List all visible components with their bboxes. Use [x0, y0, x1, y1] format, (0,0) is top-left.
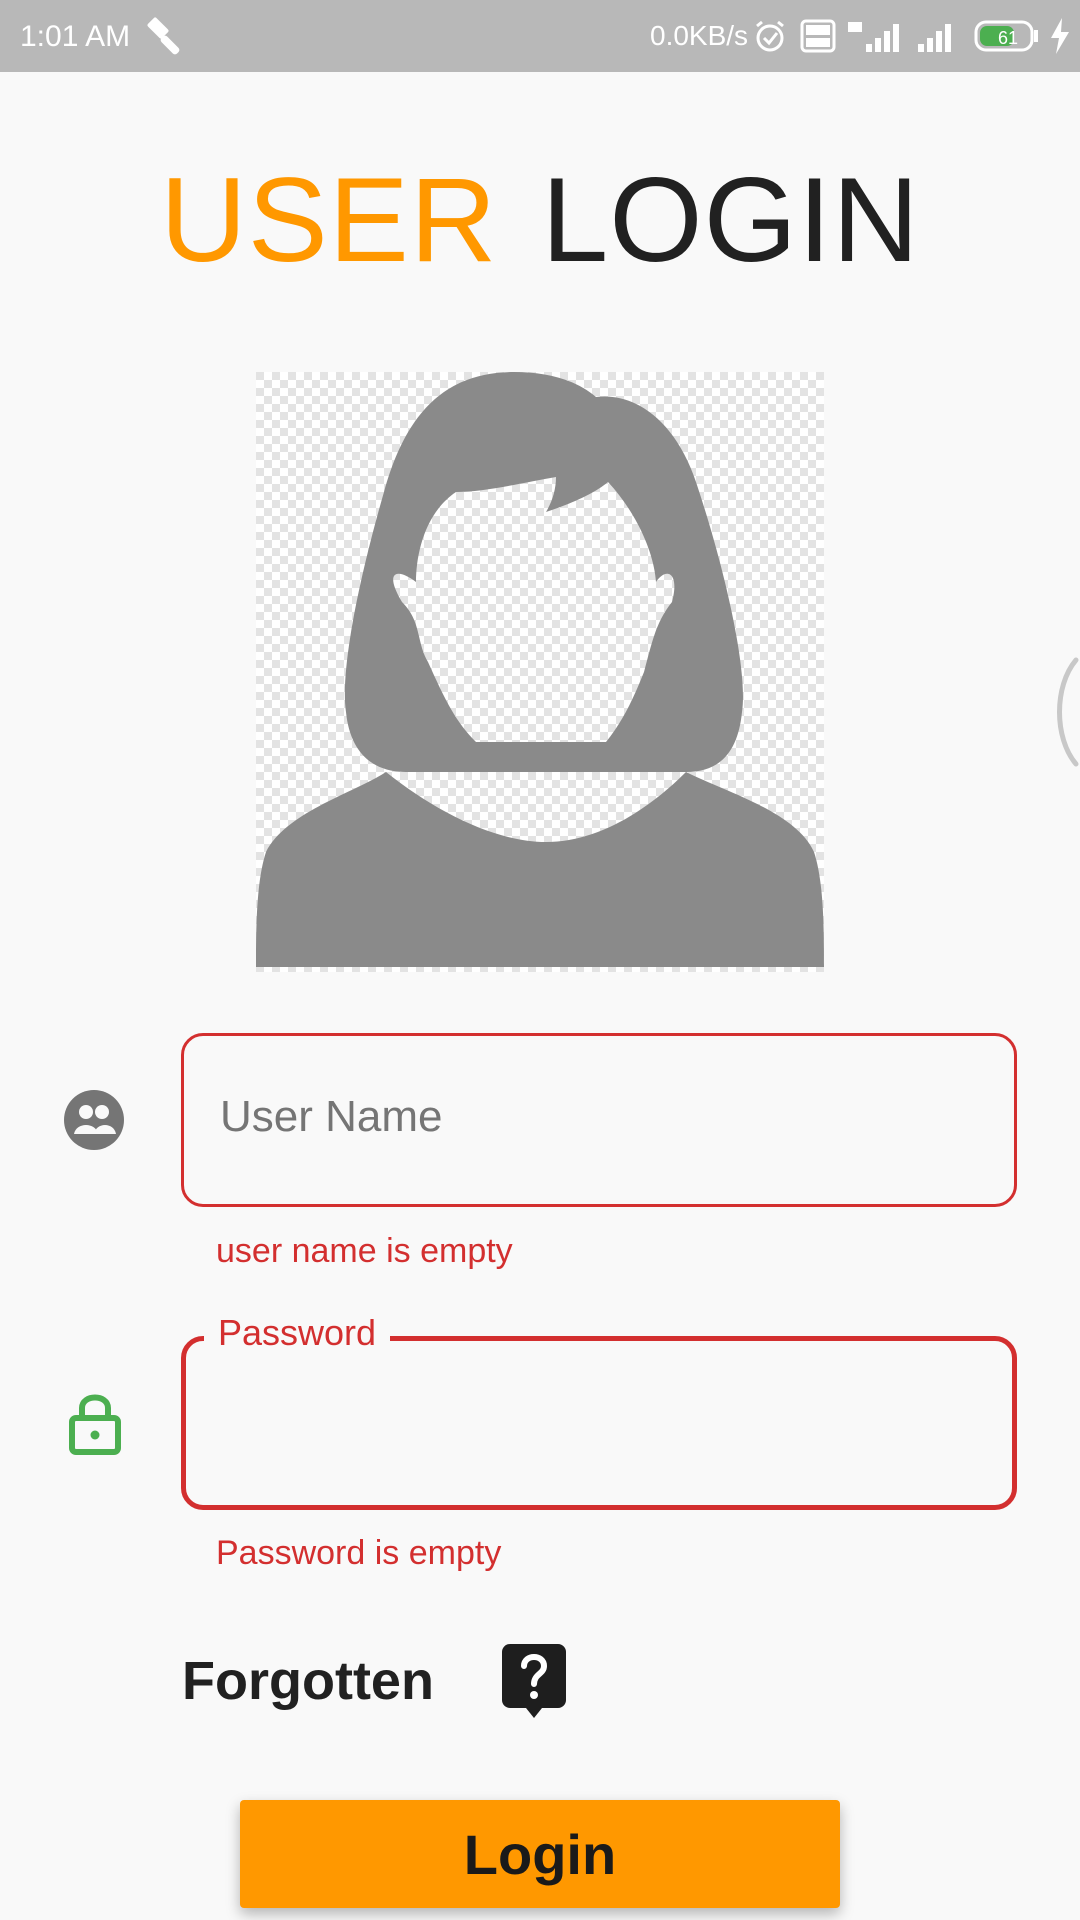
page-title: USER LOGIN	[0, 150, 1080, 290]
users-icon	[64, 1090, 124, 1150]
signal-icon	[918, 24, 951, 52]
avatar	[256, 372, 824, 972]
battery-icon: 61	[974, 20, 1038, 52]
wrench-icon	[147, 17, 180, 55]
alarm-icon	[756, 20, 784, 52]
password-label: Password	[204, 1311, 391, 1355]
network-speed: 0.0KB/s	[650, 20, 749, 51]
title-user: USER	[160, 153, 498, 287]
password-error: Password is empty	[216, 1534, 502, 1572]
battery-level: 61	[998, 28, 1018, 48]
login-button[interactable]: Login	[240, 1800, 840, 1908]
volte-icon	[800, 19, 836, 53]
status-time: 1:01 AM	[20, 20, 131, 53]
username-input[interactable]	[218, 1076, 982, 1158]
password-field[interactable]: Password	[181, 1311, 1017, 1510]
title-login: LOGIN	[541, 153, 920, 287]
forgotten-link[interactable]: Forgotten	[182, 1650, 434, 1712]
username-error: user name is empty	[216, 1232, 513, 1270]
status-bar: 1:01 AM 0.0KB/s 61	[0, 0, 1080, 72]
lock-icon	[69, 1394, 121, 1455]
edge-handle[interactable]	[1046, 656, 1080, 768]
username-field[interactable]	[181, 1033, 1017, 1207]
help-icon[interactable]	[502, 1644, 566, 1718]
password-input[interactable]	[220, 1385, 984, 1467]
signal-4g-icon	[848, 22, 899, 52]
charging-icon	[1051, 18, 1069, 54]
